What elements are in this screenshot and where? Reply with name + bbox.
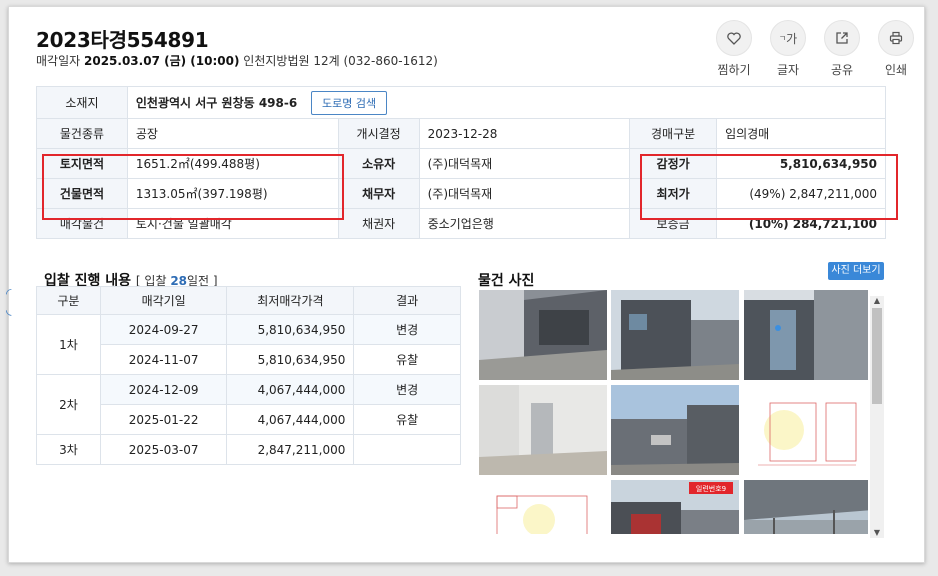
table-row: 2024-11-07 5,810,634,950 유찰 <box>37 344 461 375</box>
photo-thumbnail[interactable] <box>479 480 607 534</box>
scroll-up-icon[interactable]: ▲ <box>870 296 884 306</box>
photo-thumbnail[interactable] <box>744 290 868 380</box>
type-label: 물건종류 <box>36 118 128 149</box>
debtor-label: 채무자 <box>337 178 420 209</box>
col-min-price: 최저매각가격 <box>226 286 355 315</box>
court-info: 인천지방법원 12계 (032-860-1612) <box>243 54 438 68</box>
photo-thumbnail[interactable] <box>479 290 607 380</box>
start-value: 2023-12-28 <box>418 118 631 149</box>
round-cell: 1차 <box>36 314 101 375</box>
location-label: 소재지 <box>36 86 128 119</box>
more-photos-button[interactable]: 사진 더보기 <box>828 262 884 280</box>
owner-value: (주)대덕목재 <box>418 148 631 179</box>
print-label: 인쇄 <box>884 63 908 77</box>
favorite-label: 찜하기 <box>717 63 751 77</box>
font-size-button[interactable]: ㄱ가 글자 <box>768 20 808 78</box>
road-address-search-button[interactable]: 도로명 검색 <box>311 90 388 115</box>
col-result: 결과 <box>353 286 461 315</box>
date-cell: 2025-01-22 <box>99 404 228 435</box>
price-cell: 2,847,211,000 <box>226 434 355 465</box>
loading-spinner-icon: ◜ ◟ <box>6 286 12 318</box>
round-cell: 2차 <box>36 374 101 435</box>
sale-info-line: 매각일자 2025.03.07 (금) (10:00) 인천지방법원 12계 (… <box>36 52 438 69</box>
table-row: 3차 2025-03-07 2,847,211,000 <box>36 434 461 465</box>
photo-thumbnail[interactable] <box>744 385 868 475</box>
sale-date-label: 매각일자 <box>36 54 81 68</box>
type-value: 공장 <box>126 118 339 149</box>
scroll-down-icon[interactable]: ▼ <box>870 528 884 538</box>
debtor-value: (주)대덕목재 <box>418 178 631 209</box>
price-cell: 5,810,634,950 <box>226 314 355 345</box>
photo-thumbnail[interactable]: 일련번호9 <box>611 480 739 534</box>
share-label: 공유 <box>830 63 854 77</box>
gallery-scrollbar[interactable]: ▲ ▼ <box>870 296 884 538</box>
creditor-label: 채권자 <box>337 208 420 239</box>
result-cell: 유찰 <box>353 404 461 435</box>
auction-type-value: 임의경매 <box>716 118 886 149</box>
scrollbar-thumb[interactable] <box>872 308 882 404</box>
favorite-button[interactable]: 찜하기 <box>714 20 754 78</box>
photo-thumbnail[interactable] <box>611 290 739 380</box>
date-cell: 2024-09-27 <box>99 314 228 345</box>
table-row: 2차 2024-12-09 4,067,444,000 변경 <box>36 374 461 435</box>
photo-gallery: 일련번호9 <box>470 284 868 534</box>
action-toolbar: 찜하기 ㄱ가 글자 공유 인쇄 <box>714 20 916 78</box>
creditor-value: 중소기업은행 <box>418 208 631 239</box>
price-cell: 5,810,634,950 <box>226 344 355 375</box>
result-cell <box>353 434 461 465</box>
round-cell: 3차 <box>36 434 101 465</box>
photo-thumbnail[interactable] <box>744 480 868 534</box>
location-value: 인천광역시 서구 원창동 498-6 <box>135 95 298 110</box>
share-button[interactable]: 공유 <box>822 20 862 78</box>
price-cell: 4,067,444,000 <box>226 374 355 405</box>
photo-stamp-label: 일련번호9 <box>696 484 726 493</box>
col-round: 구분 <box>36 286 101 315</box>
share-icon <box>824 20 860 56</box>
print-button[interactable]: 인쇄 <box>876 20 916 78</box>
font-size-label: 글자 <box>776 63 800 77</box>
bid-history-table: 구분 매각기일 최저매각가격 결과 1차 2024-09-27 5,810,63… <box>36 286 461 465</box>
owner-label: 소유자 <box>337 148 420 179</box>
col-sale-date: 매각기일 <box>99 286 228 315</box>
result-cell: 유찰 <box>353 344 461 375</box>
table-row: 1차 2024-09-27 5,810,634,950 변경 <box>36 314 461 375</box>
photo-thumbnail[interactable] <box>611 385 739 475</box>
case-number-title: 2023타경554891 <box>36 28 209 52</box>
table-row: 2025-01-22 4,067,444,000 유찰 <box>37 404 461 435</box>
font-size-icon: ㄱ가 <box>770 20 806 56</box>
sale-date: 2025.03.07 (금) (10:00) <box>84 54 240 68</box>
highlight-box-price <box>640 154 898 220</box>
photo-thumbnail[interactable] <box>479 385 607 475</box>
date-cell: 2024-12-09 <box>99 374 228 405</box>
result-cell: 변경 <box>353 374 461 405</box>
print-icon <box>878 20 914 56</box>
highlight-box-area <box>42 154 344 220</box>
date-cell: 2024-11-07 <box>99 344 228 375</box>
result-cell: 변경 <box>353 314 461 345</box>
auction-type-label: 경매구분 <box>629 118 718 149</box>
price-cell: 4,067,444,000 <box>226 404 355 435</box>
date-cell: 2025-03-07 <box>99 434 228 465</box>
heart-icon <box>716 20 752 56</box>
start-label: 개시결정 <box>337 118 420 149</box>
